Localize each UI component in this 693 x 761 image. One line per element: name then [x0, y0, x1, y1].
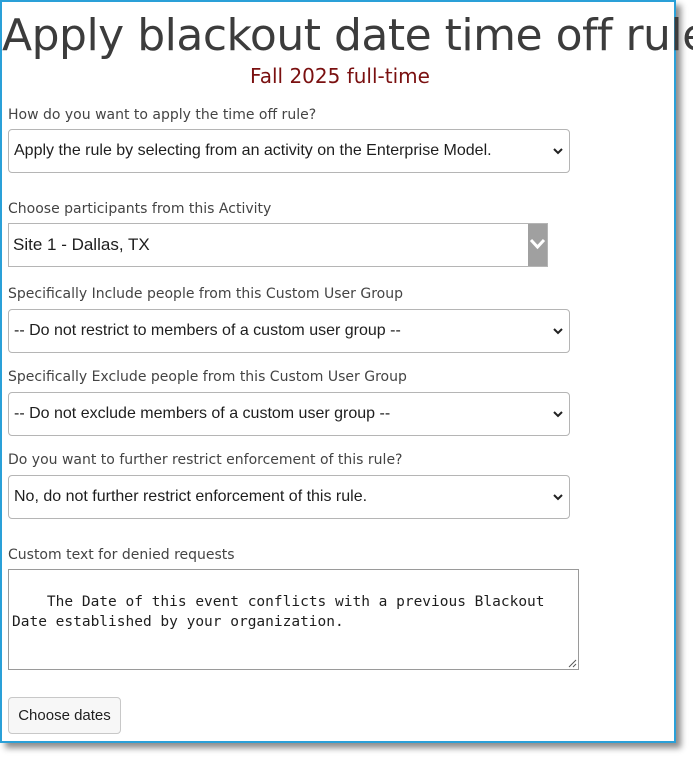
denied-text-value: The Date of this event conflicts with a … [12, 594, 554, 630]
chevron-down-icon [553, 328, 563, 335]
include-group-select[interactable]: -- Do not restrict to members of a custo… [8, 309, 570, 353]
include-group-label: Specifically Include people from this Cu… [8, 286, 403, 302]
chevron-down-icon [553, 148, 563, 155]
restrict-enforcement-value: No, do not further restrict enforcement … [14, 488, 368, 505]
activity-select[interactable]: Site 1 - Dallas, TX [8, 223, 548, 267]
activity-dropdown-button[interactable] [528, 224, 547, 266]
activity-label: Choose participants from this Activity [8, 201, 272, 217]
include-group-value: -- Do not restrict to members of a custo… [14, 322, 401, 339]
restrict-enforcement-label: Do you want to further restrict enforcem… [8, 452, 403, 468]
denied-text-label: Custom text for denied requests [8, 547, 235, 563]
chevron-down-icon [529, 238, 546, 250]
exclude-group-value: -- Do not exclude members of a custom us… [14, 405, 391, 422]
chevron-down-icon [553, 494, 563, 501]
page-subtitle: Fall 2025 full-time [250, 64, 430, 88]
denied-text-textarea[interactable]: The Date of this event conflicts with a … [8, 569, 579, 670]
dialog-frame: Apply blackout date time off rule Fall 2… [0, 0, 693, 743]
activity-value: Site 1 - Dallas, TX [13, 235, 150, 254]
apply-method-value: Apply the rule by selecting from an acti… [14, 142, 492, 159]
chevron-down-icon [553, 411, 563, 418]
restrict-enforcement-select[interactable]: No, do not further restrict enforcement … [8, 475, 570, 519]
exclude-group-select[interactable]: -- Do not exclude members of a custom us… [8, 392, 570, 436]
apply-method-label: How do you want to apply the time off ru… [8, 107, 317, 123]
exclude-group-label: Specifically Exclude people from this Cu… [8, 369, 407, 385]
apply-method-select[interactable]: Apply the rule by selecting from an acti… [8, 129, 570, 173]
choose-dates-button[interactable]: Choose dates [8, 697, 121, 734]
resize-handle-icon[interactable] [567, 658, 577, 668]
page-title: Apply blackout date time off rule [2, 10, 693, 61]
